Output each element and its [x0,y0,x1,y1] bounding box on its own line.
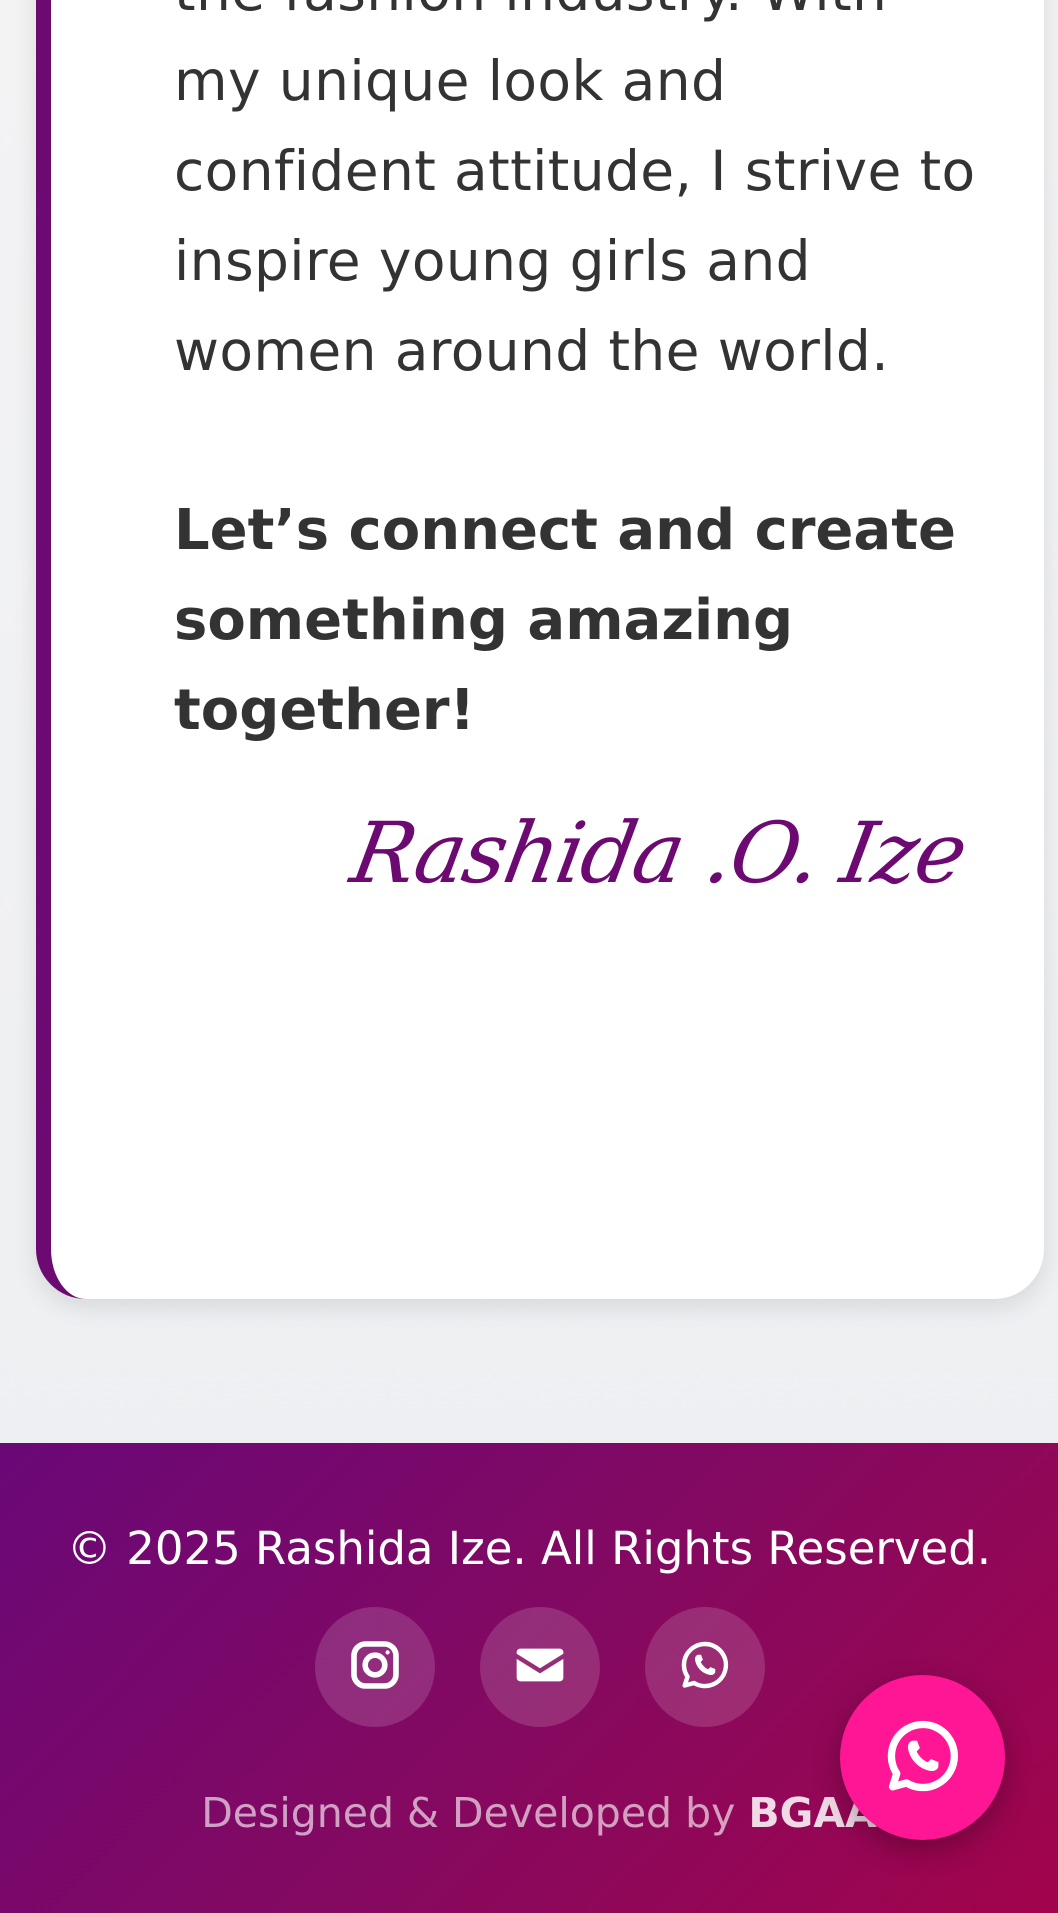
about-card: mission to redefine beauty standards and… [36,0,1044,1299]
whatsapp-icon [677,1637,733,1697]
signature: Rashida .O. Ize [344,804,973,902]
instagram-link[interactable] [315,1607,435,1727]
instagram-icon [347,1637,403,1697]
whatsapp-link[interactable] [645,1607,765,1727]
connect-heading: Let’s connect and create something amazi… [174,498,956,743]
whatsapp-floating-button[interactable] [840,1675,1005,1840]
social-links [315,1607,765,1727]
whatsapp-icon [881,1714,965,1802]
copyright-text: © 2025 Rashida Ize. All Rights Reserved. [66,1522,992,1575]
credit-prefix: Designed & Developed by [201,1789,749,1837]
email-link[interactable] [480,1607,600,1727]
envelope-icon [512,1637,568,1697]
about-body-text: mission to redefine beauty standards and… [174,0,976,383]
